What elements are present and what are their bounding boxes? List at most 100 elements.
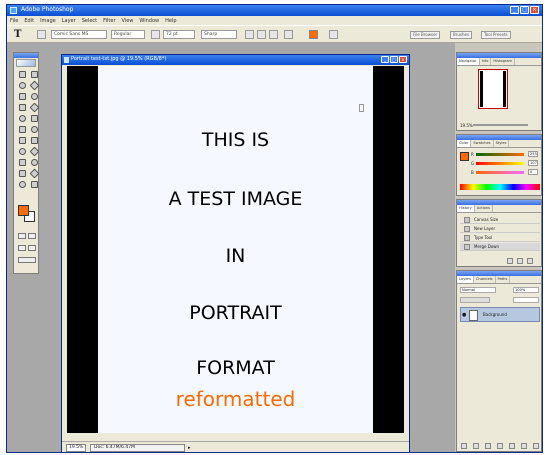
green-slider[interactable]	[476, 162, 524, 165]
tab-paths[interactable]: Paths	[496, 276, 511, 283]
text-color-swatch[interactable]	[309, 30, 318, 39]
marquee-tool-icon[interactable]	[17, 70, 27, 78]
zoom-field[interactable]: 19.5%	[66, 444, 86, 452]
standard-mode-button[interactable]	[18, 233, 26, 239]
document-title-bar[interactable]: Portrait test-txt.jpg @ 19.5% (RGB/8*) _…	[62, 55, 409, 65]
tab-channels[interactable]: Channels	[474, 276, 496, 283]
type-tool-icon[interactable]: T	[14, 29, 21, 40]
tab-swatches[interactable]: Swatches	[471, 140, 494, 147]
menu-layer[interactable]: Layer	[62, 18, 76, 24]
brush-tool-icon[interactable]	[29, 103, 39, 111]
history-item[interactable]: Type Tool	[460, 234, 540, 242]
move-tool-icon[interactable]	[29, 70, 39, 78]
menu-file[interactable]: File	[10, 18, 18, 24]
eyedropper-tool-icon[interactable]	[29, 169, 39, 177]
history-item-selected[interactable]: Merge Down	[460, 243, 540, 251]
new-snapshot-icon[interactable]	[517, 258, 523, 264]
screen-mode-full-button[interactable]	[28, 245, 36, 251]
blue-value[interactable]: 0	[528, 169, 538, 175]
document-maximize-button[interactable]: □	[390, 56, 398, 63]
red-slider[interactable]	[476, 153, 524, 156]
new-layer-icon[interactable]	[521, 443, 527, 449]
layer-name[interactable]: Background	[483, 312, 507, 317]
image-canvas[interactable]: THIS IS A TEST IMAGE IN PORTRAIT FORMAT …	[67, 66, 404, 433]
font-family-select[interactable]: Comic Sans MS	[51, 30, 107, 39]
tab-layers[interactable]: Layers	[457, 276, 474, 283]
image-content[interactable]: THIS IS A TEST IMAGE IN PORTRAIT FORMAT …	[98, 66, 373, 433]
foreground-color-swatch[interactable]	[18, 205, 29, 216]
text-orientation-icon[interactable]	[37, 30, 46, 39]
zoom-tool-icon[interactable]	[29, 180, 39, 188]
menu-view[interactable]: View	[122, 18, 134, 24]
toolbox-header[interactable]	[14, 53, 38, 58]
font-size-select[interactable]: 72 pt	[163, 30, 195, 39]
navigator-zoom-slider[interactable]	[473, 124, 528, 126]
delete-layer-icon[interactable]	[533, 443, 539, 449]
menu-image[interactable]: Image	[40, 18, 56, 24]
gradient-tool-icon[interactable]	[29, 125, 39, 133]
navigator-thumbnail[interactable]	[478, 69, 508, 109]
shape-tool-icon[interactable]	[29, 158, 39, 166]
layer-set-icon[interactable]	[497, 443, 503, 449]
tab-history[interactable]: History	[457, 205, 475, 212]
tab-histogram[interactable]: Histogram	[491, 58, 516, 65]
green-value[interactable]: 107	[528, 160, 538, 166]
palettes-toggle-icon[interactable]	[329, 30, 338, 39]
history-item[interactable]: New Layer	[460, 225, 540, 233]
layer-row-background[interactable]: ● Background	[460, 307, 540, 322]
clone-stamp-tool-icon[interactable]	[17, 114, 27, 122]
menu-filter[interactable]: Filter	[103, 18, 115, 24]
healing-brush-tool-icon[interactable]	[17, 103, 27, 111]
menu-select[interactable]: Select	[82, 18, 97, 24]
navigator-zoom-value[interactable]: 19.5%	[460, 123, 473, 128]
pen-tool-icon[interactable]	[17, 158, 27, 166]
status-menu-arrow-icon[interactable]: ▸	[188, 445, 191, 451]
crop-tool-icon[interactable]	[17, 92, 27, 100]
magic-wand-tool-icon[interactable]	[29, 81, 39, 89]
lock-options[interactable]	[460, 297, 490, 303]
history-item[interactable]: Canvas Size	[460, 216, 540, 224]
antialias-select[interactable]: Sharp	[201, 30, 237, 39]
align-right-icon[interactable]	[269, 30, 278, 39]
menu-edit[interactable]: Edit	[24, 18, 34, 24]
path-selection-tool-icon[interactable]	[17, 147, 27, 155]
red-value[interactable]: 255	[528, 151, 538, 157]
notes-tool-icon[interactable]	[17, 169, 27, 177]
close-button[interactable]: ×	[530, 6, 539, 14]
layer-mask-icon[interactable]	[485, 443, 491, 449]
type-tool-icon[interactable]	[29, 147, 39, 155]
align-left-icon[interactable]	[245, 30, 254, 39]
tab-styles[interactable]: Styles	[494, 140, 510, 147]
layer-visibility-eye-icon[interactable]: ●	[462, 312, 466, 318]
blend-mode-select[interactable]: Normal	[460, 287, 496, 293]
maximize-button[interactable]: □	[520, 6, 529, 14]
quick-mask-mode-button[interactable]	[28, 233, 36, 239]
tab-actions[interactable]: Actions	[475, 205, 493, 212]
tab-color[interactable]: Color	[457, 140, 472, 147]
menu-window[interactable]: Window	[139, 18, 159, 24]
lasso-tool-icon[interactable]	[17, 81, 27, 89]
minimize-button[interactable]: _	[510, 6, 519, 14]
document-size-info[interactable]: Doc: 6.47M/6.47M	[90, 444, 185, 452]
screen-mode-standard-button[interactable]	[18, 245, 26, 251]
eraser-tool-icon[interactable]	[17, 125, 27, 133]
blur-tool-icon[interactable]	[17, 136, 27, 144]
photoshop-logo-icon[interactable]	[16, 59, 36, 67]
history-brush-tool-icon[interactable]	[29, 114, 39, 122]
align-center-icon[interactable]	[257, 30, 266, 39]
new-document-from-state-icon[interactable]	[507, 258, 513, 264]
hand-tool-icon[interactable]	[17, 180, 27, 188]
tab-info[interactable]: Info	[480, 58, 492, 65]
dodge-tool-icon[interactable]	[29, 136, 39, 144]
slice-tool-icon[interactable]	[29, 92, 39, 100]
document-minimize-button[interactable]: _	[381, 56, 389, 63]
color-spectrum-ramp[interactable]	[460, 184, 540, 190]
fill-field[interactable]	[513, 297, 539, 303]
delete-state-icon[interactable]	[527, 258, 533, 264]
blue-slider[interactable]	[476, 171, 524, 174]
palette-well-file-browser[interactable]: File Browser	[410, 31, 441, 39]
font-style-select[interactable]: Regular	[111, 30, 145, 39]
warp-text-icon[interactable]	[284, 30, 293, 39]
palette-well-brushes[interactable]: Brushes	[450, 31, 473, 39]
opacity-field[interactable]: 100%	[513, 287, 539, 293]
